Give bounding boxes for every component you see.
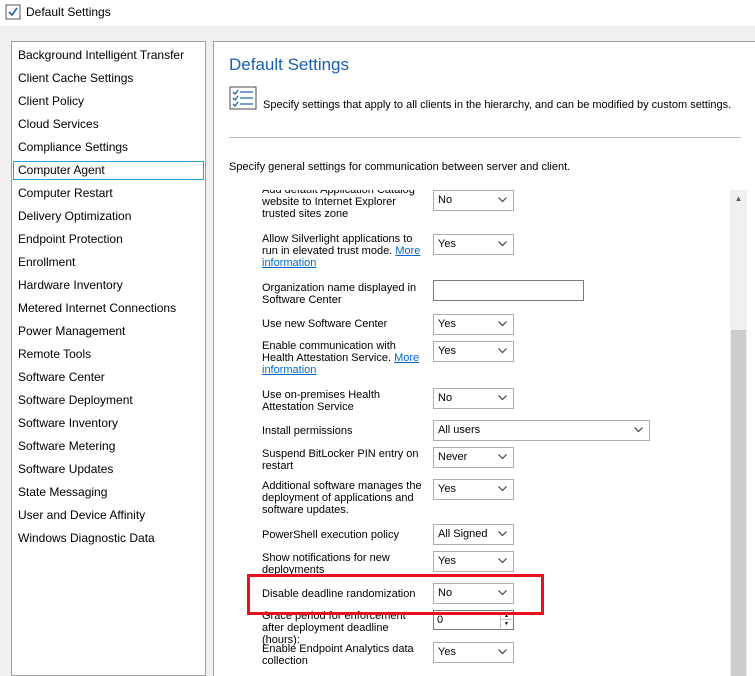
silverlight-dropdown[interactable]: Yes [433, 234, 514, 255]
additional-software-value: Yes [438, 483, 456, 495]
notifications-dropdown[interactable]: Yes [433, 551, 514, 572]
nav-item-computer-restart[interactable]: Computer Restart [13, 184, 204, 203]
nav-item-cloud-services[interactable]: Cloud Services [13, 115, 204, 134]
chevron-down-icon [498, 395, 507, 401]
health-attestation-label-text: Enable communication with Health Attesta… [262, 340, 396, 364]
nav-item-endpoint-protection[interactable]: Endpoint Protection [13, 230, 204, 249]
nav-item-software-center[interactable]: Software Center [13, 368, 204, 387]
powershell-policy-value: All Signed [438, 528, 488, 540]
nav-item-computer-agent[interactable]: Computer Agent [13, 161, 204, 180]
setting-label-health-attestation: Enable communication with Health Attesta… [262, 340, 427, 376]
chevron-down-icon [498, 348, 507, 354]
chevron-down-icon [498, 321, 507, 327]
nav-item-software-deployment[interactable]: Software Deployment [13, 391, 204, 410]
divider [229, 137, 741, 138]
grace-period-value: 0 [437, 614, 444, 626]
endpoint-analytics-value: Yes [438, 646, 456, 658]
scroll-up-icon[interactable]: ▲ [730, 190, 747, 207]
nav-item-compliance-settings[interactable]: Compliance Settings [13, 138, 204, 157]
setting-label-powershell: PowerShell execution policy [262, 529, 399, 541]
bitlocker-dropdown[interactable]: Never [433, 447, 514, 468]
nav-item-metered-internet-connections[interactable]: Metered Internet Connections [13, 299, 204, 318]
setting-label-additional-software: Additional software manages the deployme… [262, 480, 422, 516]
setting-label-new-software-center: Use new Software Center [262, 318, 388, 330]
endpoint-analytics-dropdown[interactable]: Yes [433, 642, 514, 663]
onprem-health-dropdown[interactable]: No [433, 388, 514, 409]
checklist-window-icon [5, 4, 21, 20]
new-software-center-value: Yes [438, 318, 456, 330]
setting-label-grace-period: Grace period for enforcement after deplo… [262, 610, 406, 646]
setting-label-notifications: Show notifications for new deployments [262, 552, 390, 576]
powershell-policy-dropdown[interactable]: All Signed [433, 524, 514, 545]
setting-label-endpoint-analytics: Enable Endpoint Analytics data collectio… [262, 643, 414, 667]
nav-item-software-metering[interactable]: Software Metering [13, 437, 204, 456]
nav-item-client-cache-settings[interactable]: Client Cache Settings [13, 69, 204, 88]
chevron-down-icon [498, 649, 507, 655]
nav-item-client-policy[interactable]: Client Policy [13, 92, 204, 111]
nav-item-power-management[interactable]: Power Management [13, 322, 204, 341]
page-title: Default Settings [229, 55, 350, 74]
health-attestation-value: Yes [438, 345, 456, 357]
nav-item-background-intelligent-transfer[interactable]: Background Intelligent Transfer [13, 46, 204, 65]
setting-label-bitlocker: Suspend BitLocker PIN entry on restart [262, 448, 419, 472]
highlight-box [247, 574, 544, 615]
notifications-value: Yes [438, 555, 456, 567]
nav-item-user-and-device-affinity[interactable]: User and Device Affinity [13, 506, 204, 525]
spinner-down-icon[interactable]: ▼ [501, 620, 512, 628]
section-description: Specify general settings for communicati… [229, 161, 571, 173]
new-software-center-dropdown[interactable]: Yes [433, 314, 514, 335]
settings-category-list[interactable]: Background Intelligent Transfer Client C… [11, 41, 206, 676]
nav-item-windows-diagnostic-data[interactable]: Windows Diagnostic Data [13, 529, 204, 548]
health-attestation-dropdown[interactable]: Yes [433, 341, 514, 362]
vertical-scrollbar[interactable]: ▲ [730, 190, 747, 676]
silverlight-value: Yes [438, 238, 456, 250]
install-permissions-value: All users [438, 424, 481, 436]
nav-item-software-updates[interactable]: Software Updates [13, 460, 204, 479]
setting-label-app-catalog: Add default Application Catalog website … [262, 190, 415, 220]
title-bar: Default Settings [0, 0, 755, 26]
bitlocker-value: Never [438, 451, 468, 463]
setting-label-silverlight: Allow Silverlight applications to run in… [262, 233, 427, 269]
install-permissions-dropdown[interactable]: All users [433, 420, 650, 441]
chevron-down-icon [498, 197, 507, 203]
nav-item-remote-tools[interactable]: Remote Tools [13, 345, 204, 364]
org-name-input[interactable] [433, 280, 584, 301]
nav-item-delivery-optimization[interactable]: Delivery Optimization [13, 207, 204, 226]
chevron-down-icon [634, 427, 643, 433]
scrollbar-thumb[interactable] [731, 330, 746, 676]
checklist-icon [229, 86, 257, 110]
silverlight-label-text: Allow Silverlight applications to run in… [262, 233, 413, 257]
app-catalog-value: No [438, 194, 453, 206]
onprem-health-value: No [438, 392, 453, 404]
nav-item-state-messaging[interactable]: State Messaging [13, 483, 204, 502]
setting-label-install-permissions: Install permissions [262, 425, 353, 437]
window-title: Default Settings [26, 5, 111, 19]
app-catalog-dropdown[interactable]: No [433, 190, 514, 211]
setting-label-org-name: Organization name displayed in Software … [262, 282, 417, 306]
additional-software-dropdown[interactable]: Yes [433, 479, 514, 500]
nav-item-enrollment[interactable]: Enrollment [13, 253, 204, 272]
chevron-down-icon [498, 558, 507, 564]
chevron-down-icon [498, 241, 507, 247]
chevron-down-icon [498, 486, 507, 492]
setting-label-onprem-health: Use on-premises Health Attestation Servi… [262, 389, 380, 413]
page-description: Specify settings that apply to all clien… [263, 99, 732, 111]
chevron-down-icon [498, 531, 507, 537]
nav-item-software-inventory[interactable]: Software Inventory [13, 414, 204, 433]
nav-item-hardware-inventory[interactable]: Hardware Inventory [13, 276, 204, 295]
chevron-down-icon [498, 454, 507, 460]
